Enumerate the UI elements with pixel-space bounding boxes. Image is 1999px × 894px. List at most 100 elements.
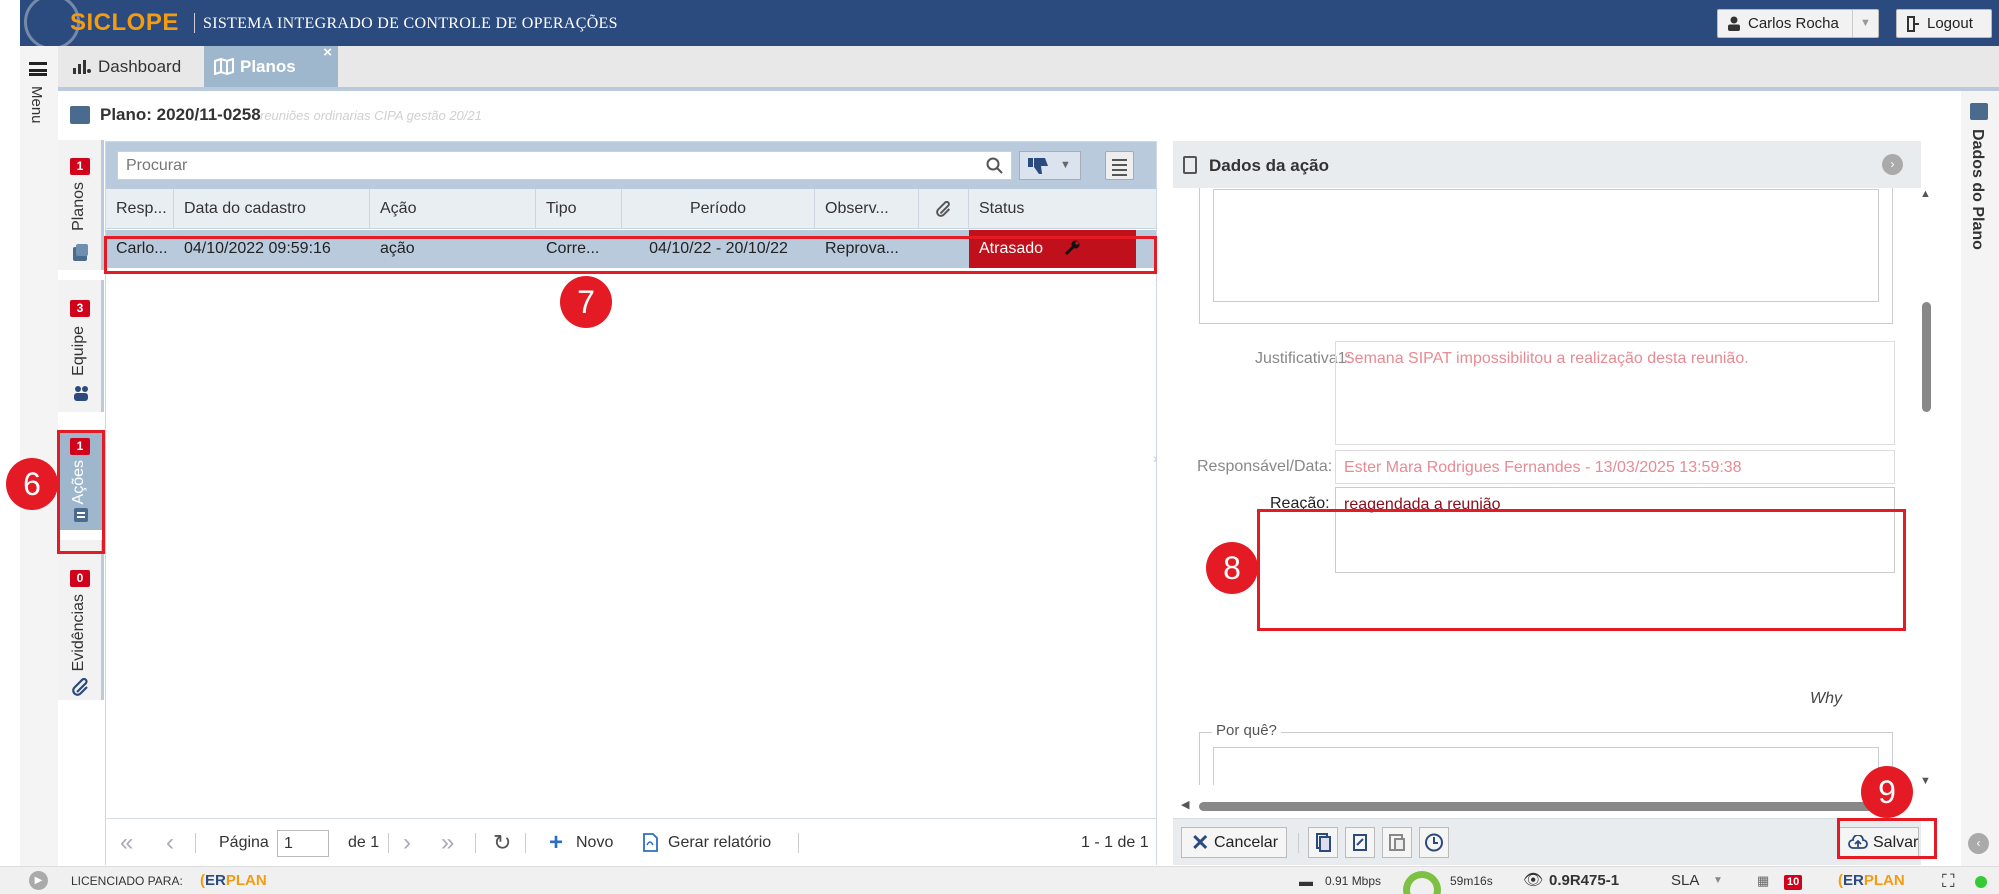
plan-icon (73, 244, 88, 261)
hamburger-menu-icon[interactable] (29, 62, 47, 76)
detail-title: Dados da ação (1209, 156, 1329, 175)
cell-periodo: 04/10/22 - 20/10/22 (649, 240, 788, 257)
col-header-resp[interactable]: Resp... (106, 189, 174, 229)
responsavel-field: Ester Mara Rodrigues Fernandes - 13/03/2… (1335, 450, 1895, 484)
team-icon (74, 386, 88, 401)
report-button[interactable]: Gerar relatório (668, 819, 771, 866)
tabs-bar: Dashboard Planos × (58, 44, 1999, 91)
annotation-marker-7: 7 (560, 276, 612, 328)
calendar-icon[interactable]: ▦ (1757, 867, 1769, 894)
cancel-button[interactable]: ✕ Cancelar (1181, 827, 1287, 858)
sla-label[interactable]: SLA (1671, 867, 1699, 894)
reacao-field[interactable]: reagendada a reunião (1335, 487, 1895, 573)
col-header-status[interactable]: Status (969, 189, 1156, 229)
annotation-marker-6: 6 (6, 458, 58, 510)
erplan-logo: (ERPLAN (200, 872, 267, 889)
actions-list-panel: Procurar ▼ Resp... Data do cadastro Ação… (105, 141, 1157, 865)
logout-label: Logout (1927, 15, 1973, 32)
list-menu-button[interactable] (1105, 151, 1134, 180)
first-page-icon[interactable]: « (120, 819, 133, 866)
thumbs-down-icon (1028, 158, 1048, 174)
prev-page-icon[interactable]: ‹ (166, 819, 174, 866)
session-donut-icon (1403, 871, 1441, 894)
history-button[interactable] (1419, 827, 1449, 858)
side-tab-planos-label: Planos (70, 182, 87, 231)
clock-icon (1425, 833, 1443, 852)
actions-icon (74, 508, 88, 522)
new-button[interactable]: Novo (576, 819, 613, 866)
justificativa-field[interactable]: Semana SIPAT impossibilitou a realização… (1335, 341, 1895, 445)
next-page-icon[interactable]: › (403, 819, 411, 866)
search-input[interactable]: Procurar (117, 151, 1012, 180)
side-tab-acoes[interactable]: 1 Ações (58, 432, 104, 530)
erplan-logo-right: (ERPLAN (1838, 872, 1905, 889)
col-header-attachment[interactable] (919, 189, 969, 229)
pdf-icon[interactable] (642, 833, 659, 852)
top-textarea[interactable] (1213, 189, 1879, 302)
expand-icon[interactable]: ‹ (1968, 833, 1989, 854)
plan-subtitle: reuniões ordinarias CIPA gestão 20/21 (260, 108, 482, 123)
licensed-label: LICENCIADO PARA: (71, 874, 183, 888)
status-bar: ▶ LICENCIADO PARA: (ERPLAN ▬ 0.91 Mbps 5… (0, 866, 1999, 894)
paste-button[interactable] (1382, 827, 1412, 858)
filter-dropdown-button[interactable]: ▼ (1019, 151, 1081, 180)
detail-vertical-scrollbar[interactable]: ▲ ▼ (1920, 188, 1934, 788)
porque-textarea[interactable] (1213, 747, 1879, 785)
system-title: SISTEMA INTEGRADO DE CONTROLE DE OPERAÇÕ… (203, 15, 618, 32)
top-fieldset (1199, 188, 1893, 324)
play-icon[interactable]: ▶ (29, 871, 48, 890)
save-button[interactable]: Salvar (1839, 827, 1919, 858)
close-icon: ✕ (1191, 830, 1210, 855)
paperclip-icon (72, 678, 88, 696)
menu-column: Menu (20, 46, 58, 866)
menu-label[interactable]: Menu (28, 86, 45, 124)
side-tab-planos[interactable]: 1 Planos (58, 140, 104, 270)
chevron-down-icon[interactable]: ▼ (1713, 867, 1723, 894)
page-total-label: de 1 (348, 834, 380, 851)
col-header-acao[interactable]: Ação (370, 189, 536, 229)
justificativa-label: Justificativa1: (1254, 350, 1351, 367)
side-tab-equipe[interactable]: 3 Equipe (58, 280, 104, 412)
user-icon (1728, 16, 1740, 31)
collapse-icon[interactable]: › (1882, 154, 1903, 175)
detail-horizontal-scrollbar[interactable]: ◀ (1181, 798, 1903, 813)
cell-resp: Carlo... (116, 240, 168, 257)
scroll-left-icon[interactable]: ◀ (1181, 798, 1189, 811)
col-header-tipo[interactable]: Tipo (536, 189, 622, 229)
panel-splitter-handle[interactable]: › (1153, 450, 1165, 550)
search-icon[interactable] (986, 157, 1003, 174)
version-label: 0.9R475-1 (1549, 872, 1620, 889)
side-tab-evidencias[interactable]: 0 Evidências (58, 540, 104, 700)
right-rail: Dados do Plano ‹ (1961, 91, 1999, 866)
evidencias-badge: 0 (70, 570, 90, 587)
page-number-input[interactable]: 1 (277, 830, 329, 857)
attach-button[interactable] (1345, 827, 1375, 858)
col-header-observ[interactable]: Observ... (815, 189, 919, 229)
wrench-icon[interactable] (1064, 239, 1081, 256)
tab-planos[interactable]: Planos × (204, 44, 338, 87)
logout-button[interactable]: Logout (1896, 9, 1992, 38)
scroll-thumb[interactable] (1199, 802, 1886, 811)
scroll-up-icon[interactable]: ▲ (1920, 188, 1931, 200)
col-header-data[interactable]: Data do cadastro (174, 189, 370, 229)
tab-dashboard[interactable]: Dashboard (62, 46, 195, 87)
erplan-plan: PLAN (225, 872, 267, 889)
action-detail-panel: Dados da ação › Justificativa1: Semana S… (1173, 141, 1921, 865)
equipe-badge: 3 (70, 300, 90, 317)
last-page-icon[interactable]: » (441, 819, 454, 866)
fullscreen-icon[interactable]: ⛶ (1942, 867, 1955, 894)
col-header-periodo[interactable]: Período (622, 189, 815, 229)
plus-icon[interactable]: + (549, 819, 563, 866)
scroll-thumb[interactable] (1922, 302, 1931, 412)
plan-data-tab[interactable]: Dados do Plano (1968, 129, 1986, 250)
chevron-down-icon[interactable]: ▼ (1852, 10, 1878, 37)
refresh-icon[interactable]: ↻ (493, 819, 511, 866)
grid-header: Resp... Data do cadastro Ação Tipo Perío… (106, 189, 1156, 229)
close-tab-icon[interactable]: × (323, 32, 332, 73)
notification-badge[interactable]: 10 (1784, 867, 1803, 894)
chevron-down-icon: ▼ (1060, 159, 1071, 171)
scroll-down-icon[interactable]: ▼ (1920, 775, 1931, 787)
copy-button[interactable] (1308, 827, 1338, 858)
user-menu-button[interactable]: Carlos Rocha ▼ (1717, 9, 1879, 38)
table-row[interactable]: Carlo... 04/10/2022 09:59:16 ação Corre.… (106, 230, 1156, 268)
